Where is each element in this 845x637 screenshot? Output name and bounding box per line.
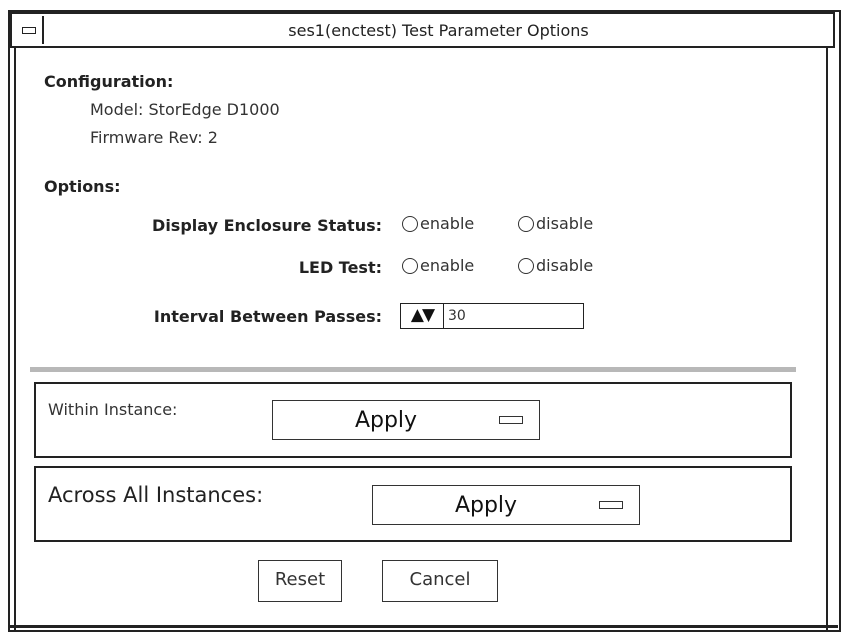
led-test-label: LED Test: [298,258,382,277]
radio-label: disable [536,256,594,275]
window-border-right [826,48,828,631]
display-enclosure-status-label: Display Enclosure Status: [152,216,382,235]
led-test-disable-radio[interactable]: disable [518,256,593,275]
within-instance-apply-menu[interactable]: Apply [272,400,540,440]
window-border-bottom [8,625,838,628]
led-test-enable-radio[interactable]: enable [402,256,474,275]
display-enclosure-disable-radio[interactable]: disable [518,214,593,233]
radio-button-icon[interactable] [402,215,418,232]
cancel-button[interactable]: Cancel [382,560,498,602]
menu-indicator-icon [599,501,623,509]
up-down-arrows-icon[interactable]: ▲▼ [400,303,444,329]
interval-label: Interval Between Passes: [153,307,382,326]
window-border-left [14,48,16,631]
radio-label: enable [420,256,475,275]
radio-label: enable [420,214,475,233]
firmware-text: Firmware Rev: 2 [90,128,218,147]
radio-label: disable [536,214,594,233]
across-all-instances-apply-menu[interactable]: Apply [372,485,640,525]
options-heading: Options: [44,177,121,196]
within-instance-apply-label: Apply [354,407,418,433]
window-menu-icon[interactable] [22,27,36,34]
configuration-heading: Configuration: [44,72,174,91]
radio-button-icon[interactable] [518,257,534,274]
reset-button[interactable]: Reset [258,560,342,602]
window-title: ses1(enctest) Test Parameter Options [288,21,589,40]
interval-input[interactable] [444,303,584,329]
display-enclosure-enable-radio[interactable]: enable [402,214,474,233]
radio-button-icon[interactable] [402,257,418,274]
separator [30,367,796,372]
across-all-instances-label: Across All Instances: [48,483,264,507]
model-text: Model: StorEdge D1000 [90,100,280,119]
menu-indicator-icon [499,416,523,424]
across-all-instances-apply-label: Apply [454,492,518,518]
within-instance-label: Within Instance: [48,400,178,419]
radio-button-icon[interactable] [518,215,534,232]
